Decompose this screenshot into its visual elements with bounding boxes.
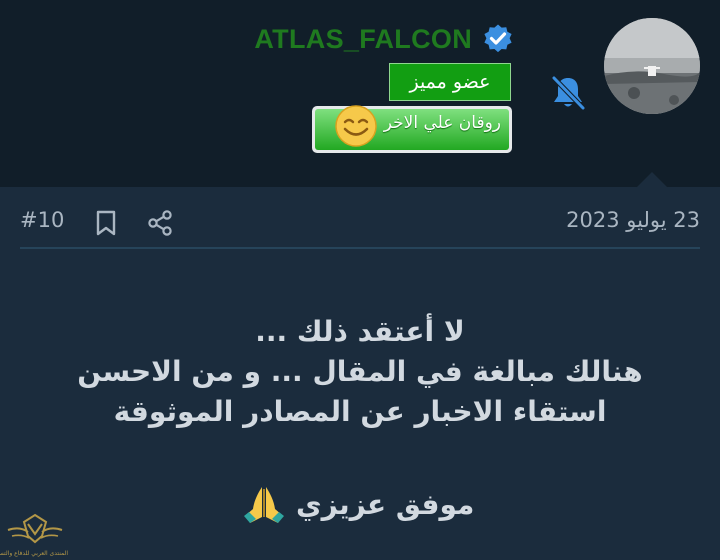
watermark-text: المنتدى العربي للدفاع والتسليح: [0, 550, 68, 557]
post-line-1: لا أعتقد ذلك ...: [255, 315, 465, 348]
bell-muted-icon[interactable]: [548, 74, 588, 112]
verified-check-icon: [484, 24, 512, 53]
banner-badge-label: روقان علي الاخر: [383, 113, 501, 133]
post-closing: موفق عزيزي: [240, 480, 474, 528]
post-line-3: استقاء الاخبار عن المصادر الموثوقة: [113, 395, 607, 428]
banner-badge-inner: روقان علي الاخر: [315, 105, 509, 150]
share-icon[interactable]: [146, 209, 174, 237]
user-avatar[interactable]: [604, 18, 700, 114]
site-watermark: المنتدى العربي للدفاع والتسليح: [0, 512, 68, 558]
meta-divider: [20, 247, 700, 249]
post-line-2: هنالك مبالغة في المقال ... و من الاحسن: [77, 355, 643, 388]
banner-badge: روقان علي الاخر: [312, 105, 512, 153]
header-pointer: [636, 172, 668, 188]
member-badge: عضو مميز: [389, 63, 511, 101]
post-number-link[interactable]: #10: [20, 208, 64, 232]
post-date[interactable]: 23 يوليو 2023: [566, 208, 700, 232]
bookmark-icon[interactable]: [93, 209, 119, 237]
avatar-image: [604, 18, 700, 114]
username-row: ATLAS_FALCON: [254, 20, 514, 58]
username-link[interactable]: ATLAS_FALCON: [254, 24, 472, 55]
closing-text: موفق عزيزي: [296, 487, 475, 521]
smiley-face-icon: [335, 105, 377, 147]
watermark-logo-icon: [7, 513, 63, 544]
user-header: ATLAS_FALCON عضو مميز روقان علي الاخر: [0, 0, 720, 187]
post-body: لا أعتقد ذلك ... هنالك مبالغة في المقال …: [40, 312, 680, 432]
folded-hands-emoji: [244, 487, 284, 523]
